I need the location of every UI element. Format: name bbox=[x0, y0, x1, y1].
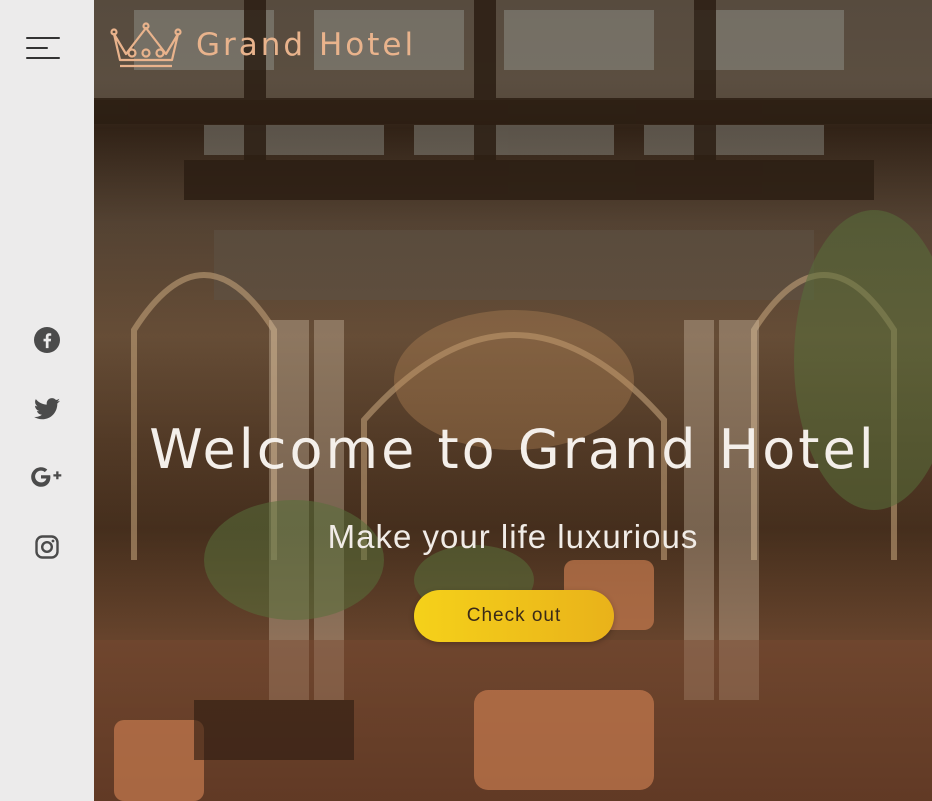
sidebar bbox=[0, 0, 95, 801]
menu-line-icon bbox=[26, 37, 60, 39]
twitter-link[interactable] bbox=[0, 398, 94, 420]
brand-name: Grand Hotel bbox=[196, 27, 417, 63]
menu-line-icon bbox=[26, 57, 60, 59]
hero-subtitle: Make your life luxurious bbox=[327, 518, 699, 555]
hero-section: Grand Hotel Welcome to Grand Hotel Make … bbox=[94, 0, 932, 801]
instagram-link[interactable] bbox=[0, 535, 94, 559]
facebook-icon bbox=[34, 327, 60, 353]
facebook-link[interactable] bbox=[0, 327, 94, 353]
twitter-icon bbox=[34, 398, 60, 420]
instagram-icon bbox=[35, 535, 59, 559]
google-plus-link[interactable] bbox=[0, 466, 94, 488]
menu-button[interactable] bbox=[26, 34, 62, 62]
brand-logo[interactable]: Grand Hotel bbox=[106, 20, 416, 70]
crown-icon bbox=[110, 22, 182, 68]
hotel-lobby-background-image bbox=[94, 0, 932, 801]
google-plus-icon bbox=[31, 467, 62, 487]
check-out-button[interactable]: Check out bbox=[414, 590, 614, 642]
menu-line-icon bbox=[26, 47, 48, 49]
hero-title: Welcome to Grand Hotel bbox=[149, 418, 877, 481]
